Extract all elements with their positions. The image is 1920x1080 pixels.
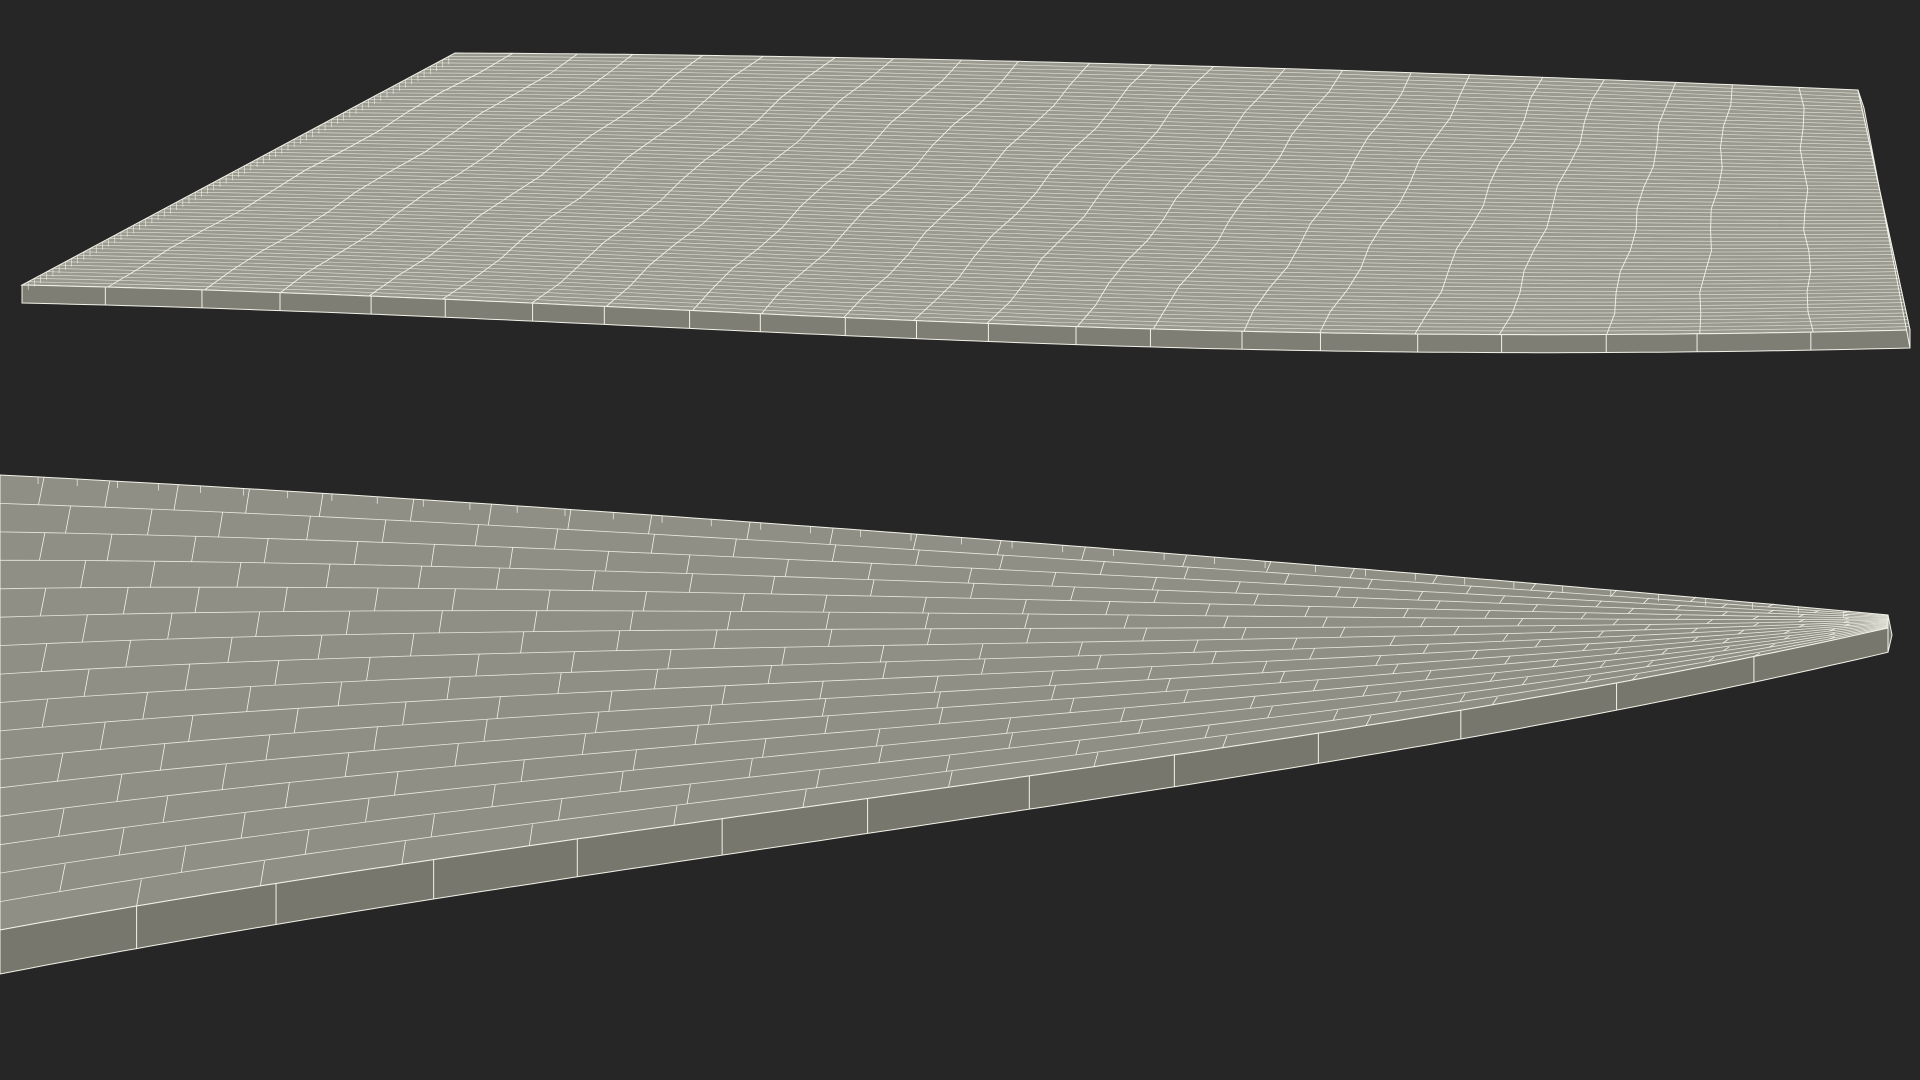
3d-render-viewport xyxy=(0,0,1920,1080)
render-canvas xyxy=(0,0,1920,1080)
